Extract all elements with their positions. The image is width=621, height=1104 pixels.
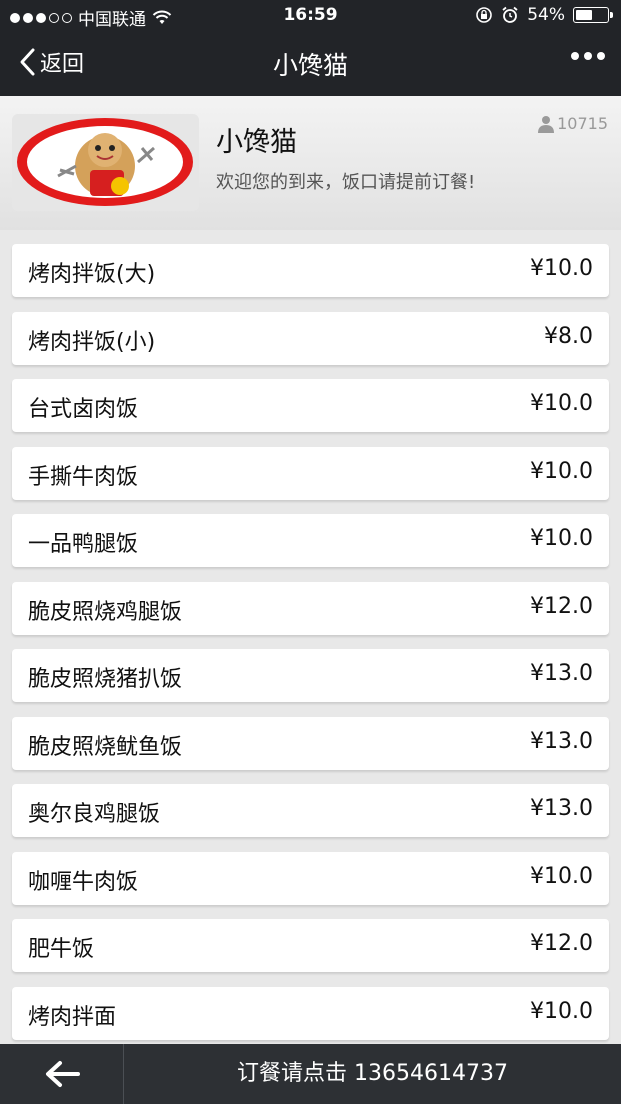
menu-item[interactable]: 脆皮照烧鱿鱼饭 ¥13.0: [12, 716, 609, 770]
page-title: 小馋猫: [272, 51, 348, 80]
visit-count: 10715: [537, 114, 608, 133]
menu-list: 烤肉拌饭(大) ¥10.0 烤肉拌饭(小) ¥8.0 台式卤肉饭 ¥10.0 手撕牛肉饭 ¥1…: [12, 244, 609, 1054]
menu-item[interactable]: 脆皮照烧鸡腿饭 ¥12.0: [12, 581, 609, 635]
more-dots-icon[interactable]: [571, 52, 605, 60]
menu-item-price: ¥8.0: [544, 323, 593, 349]
menu-item-name: 台式卤肉饭: [28, 397, 139, 422]
menu-item[interactable]: 手撕牛肉饭 ¥10.0: [12, 446, 609, 500]
menu-item-name: 咖喱牛肉饭: [28, 869, 139, 895]
shop-welcome-text: 欢迎您的到来，饭口请提前订餐!: [216, 172, 476, 193]
menu-item-name: 手撕牛肉饭: [28, 464, 139, 490]
menu-item-name: 烤肉拌饭(小): [28, 329, 156, 355]
menu-item-price: ¥13.0: [530, 661, 593, 686]
menu-item-name: 烤肉拌饭(大): [28, 262, 156, 287]
menu-item[interactable]: 奥尔良鸡腿饭 ¥13.0: [12, 784, 609, 837]
menu-item-price: ¥10.0: [530, 391, 593, 416]
menu-item-name: 脆皮照烧鱿鱼饭: [28, 734, 183, 760]
status-bar: 中国联通 16:59 54%: [0, 0, 621, 32]
menu-item[interactable]: 烤肉拌面 ¥10.0: [12, 986, 609, 1040]
top-bar: 中国联通 16:59 54% 返回 小馋猫: [0, 0, 621, 96]
menu-item-price: ¥10.0: [530, 863, 593, 889]
menu-item[interactable]: 咖喱牛肉饭 ¥10.0: [12, 851, 609, 905]
menu-item[interactable]: 肥牛饭 ¥12.0: [12, 919, 609, 972]
person-icon: [538, 115, 555, 133]
menu-item[interactable]: 脆皮照烧猪扒饭 ¥13.0: [12, 649, 609, 702]
battery-percent: 54%: [527, 5, 565, 25]
nav-bar: 返回 小馋猫: [0, 32, 621, 96]
menu-item-price: ¥12.0: [530, 593, 593, 619]
menu-item[interactable]: 烤肉拌饭(小) ¥8.0: [12, 311, 609, 365]
order-call-button[interactable]: 订餐请点击 13654614737: [124, 1044, 621, 1104]
menu-item-name: 一品鸭腿饭: [28, 532, 139, 557]
arrow-left-icon: [45, 1061, 80, 1087]
bottom-bar: 订餐请点击 13654614737: [0, 1044, 621, 1104]
menu-item-name: 肥牛饭: [28, 937, 95, 962]
menu-item-price: ¥13.0: [530, 796, 593, 821]
menu-item-price: ¥10.0: [530, 998, 593, 1024]
menu-item-price: ¥10.0: [530, 256, 593, 281]
battery-icon: [573, 7, 613, 23]
menu-item-name: 脆皮照烧猪扒饭: [28, 667, 183, 692]
menu-item[interactable]: 一品鸭腿饭 ¥10.0: [12, 514, 609, 567]
alarm-icon: [502, 6, 518, 23]
shop-name: 小馋猫: [216, 127, 297, 158]
menu-item-price: ¥13.0: [530, 728, 593, 754]
menu-item-name: 奥尔良鸡腿饭: [28, 802, 161, 827]
shop-header: 小馋猫 欢迎您的到来，饭口请提前订餐! 10715: [0, 96, 621, 230]
menu-item-price: ¥12.0: [530, 931, 593, 956]
menu-item-name: 脆皮照烧鸡腿饭: [28, 599, 183, 625]
menu-item-price: ¥10.0: [530, 526, 593, 551]
rotation-lock-icon: [476, 7, 493, 23]
visit-count-value: 10715: [557, 114, 608, 133]
menu-item-name: 烤肉拌面: [28, 1004, 117, 1030]
menu-item-price: ¥10.0: [530, 458, 593, 484]
shop-logo-image: [12, 114, 199, 211]
bottom-back-button[interactable]: [0, 1044, 124, 1104]
menu-item[interactable]: 台式卤肉饭 ¥10.0: [12, 379, 609, 432]
menu-item[interactable]: 烤肉拌饭(大) ¥10.0: [12, 244, 609, 297]
